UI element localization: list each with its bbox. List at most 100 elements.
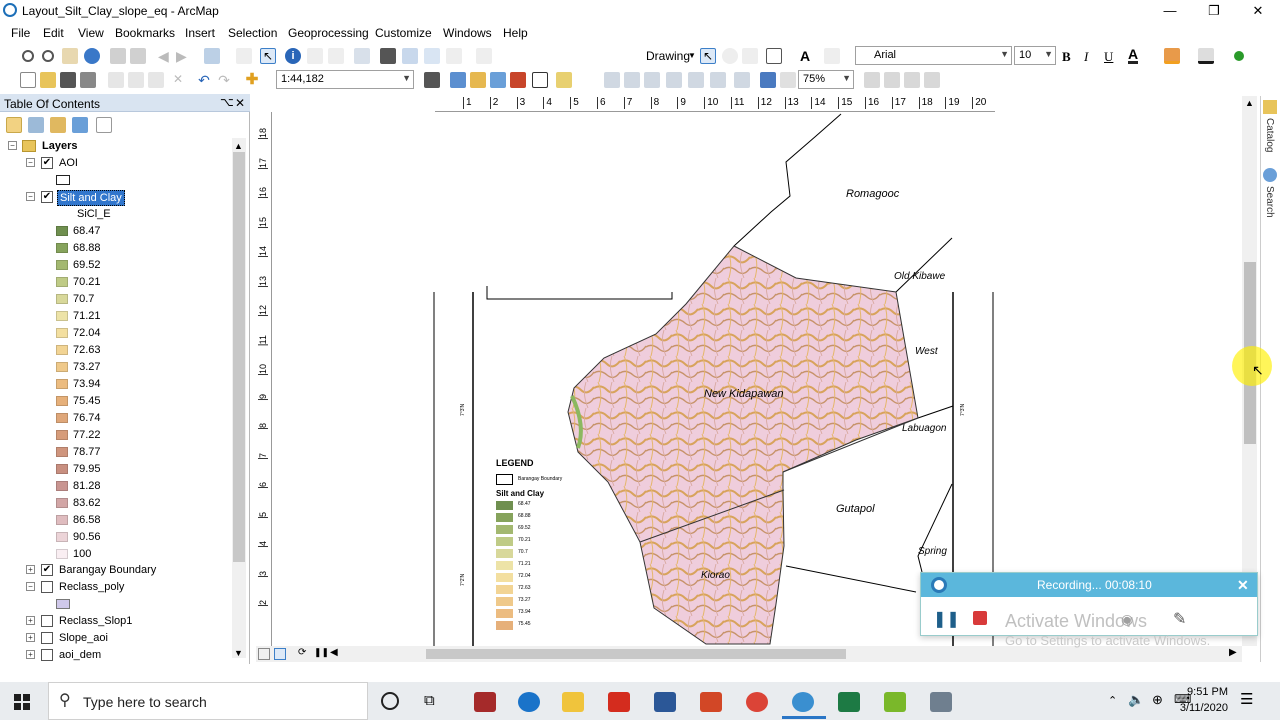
layout-zoom-combo[interactable]: 75% ▼	[798, 70, 854, 89]
menu-edit[interactable]: Edit	[43, 26, 64, 40]
clock-time[interactable]: 9:51 PM	[1180, 686, 1228, 698]
catalog-tab-icon[interactable]	[1263, 100, 1277, 114]
toc-close-icon[interactable]: ✕	[235, 96, 245, 110]
vertical-ruler[interactable]: 18 17 16 15 14 13 12 11 10 9 8 7 6 5 4 3 2	[256, 112, 272, 646]
class-color-swatch[interactable]	[56, 243, 68, 253]
layout-back-icon[interactable]	[760, 72, 776, 88]
collapse-icon[interactable]: −	[26, 192, 35, 201]
change-layout-icon[interactable]	[904, 72, 920, 88]
map-scale-combo[interactable]: 1:44,182 ▼	[276, 70, 414, 89]
class-row[interactable]: 73.27	[0, 359, 230, 376]
drawing-menu[interactable]: Drawing	[646, 49, 690, 63]
save-icon[interactable]	[60, 72, 76, 88]
class-color-swatch[interactable]	[56, 430, 68, 440]
class-color-swatch[interactable]	[56, 226, 68, 236]
expand-icon[interactable]: +	[26, 633, 35, 642]
layer-visibility-checkbox[interactable]: ✔	[41, 564, 53, 576]
taskbar-file-explorer-icon[interactable]	[562, 692, 584, 712]
close-button[interactable]: ✕	[1236, 0, 1280, 22]
layer-visibility-checkbox[interactable]: ✔	[41, 191, 53, 203]
scroll-up-icon[interactable]: ▲	[1245, 98, 1254, 108]
class-row[interactable]: 81.28	[0, 478, 230, 495]
class-row[interactable]: 70.21	[0, 274, 230, 291]
class-row[interactable]: 69.52	[0, 257, 230, 274]
layout-fixed-zoom-in-icon[interactable]	[688, 72, 704, 88]
toc-pin-icon[interactable]: ⌥	[220, 95, 234, 109]
class-row[interactable]: 77.22	[0, 427, 230, 444]
catalog-tab[interactable]: Catalog	[1264, 118, 1275, 152]
list-by-source-icon[interactable]	[28, 117, 44, 133]
back-extent-icon[interactable]: ◀	[158, 48, 174, 64]
edit-vertices-icon[interactable]	[824, 48, 840, 64]
layer-row-reclass-poly[interactable]: − Reclass_poly	[0, 579, 230, 596]
taskbar-word-icon[interactable]	[654, 692, 676, 712]
layer-row-aoi-dem[interactable]: + aoi_dem	[0, 647, 230, 664]
italic-button[interactable]: I	[1084, 49, 1088, 65]
network-icon[interactable]: ⊕	[1152, 692, 1163, 708]
taskbar-arcmap-icon[interactable]	[792, 692, 814, 712]
class-row[interactable]: 78.77	[0, 444, 230, 461]
font-name-combo[interactable]: Arial ▼	[855, 46, 1012, 65]
expand-icon[interactable]: +	[26, 565, 35, 574]
measure-icon[interactable]	[328, 48, 344, 64]
class-color-swatch[interactable]	[56, 345, 68, 355]
notifications-icon[interactable]: ☰	[1240, 690, 1253, 708]
model-builder-icon[interactable]	[556, 72, 572, 88]
taskbar-other-app-icon[interactable]	[930, 692, 952, 712]
layer-row-reclass-slop1[interactable]: + Reclass_Slop1	[0, 613, 230, 630]
menu-bookmarks[interactable]: Bookmarks	[115, 26, 175, 40]
toc-scroll-up-icon[interactable]: ▲	[234, 141, 243, 151]
select-elements-icon[interactable]: ↖	[260, 48, 276, 64]
layout-whole-page-icon[interactable]	[734, 72, 750, 88]
class-color-swatch[interactable]	[56, 311, 68, 321]
expand-icon[interactable]: +	[26, 650, 35, 659]
class-row[interactable]: 86.58	[0, 512, 230, 529]
underline-button[interactable]: U	[1104, 49, 1113, 65]
menu-insert[interactable]: Insert	[185, 26, 215, 40]
fixed-zoom-out-icon[interactable]	[130, 48, 146, 64]
pause-drawing-icon[interactable]: ❚❚	[314, 647, 329, 658]
restore-button[interactable]: ❐	[1192, 0, 1236, 22]
class-color-swatch[interactable]	[56, 396, 68, 406]
expand-icon[interactable]: +	[26, 616, 35, 625]
rectangle-tool-icon[interactable]	[766, 48, 782, 64]
binoculars-icon[interactable]	[380, 48, 396, 64]
find-icon[interactable]	[354, 48, 370, 64]
scroll-left-icon[interactable]: ◀	[330, 647, 338, 658]
full-extent-icon[interactable]	[84, 48, 100, 64]
taskbar-powerpoint-icon[interactable]	[700, 692, 722, 712]
layer-row-silt-and-clay[interactable]: − ✔ Silt and Clay	[0, 189, 230, 206]
pan-hand-icon[interactable]	[62, 48, 78, 64]
layer-visibility-checkbox[interactable]	[41, 615, 53, 627]
menu-selection[interactable]: Selection	[228, 26, 277, 40]
collapse-icon[interactable]: −	[8, 141, 17, 150]
data-view-button[interactable]	[258, 648, 270, 660]
taskbar-app-dota-icon[interactable]	[474, 692, 496, 712]
taskbar-chrome-icon[interactable]	[746, 692, 768, 712]
zoom-out-icon[interactable]	[42, 50, 54, 62]
recorder-draw-icon[interactable]: ✎	[1173, 609, 1186, 629]
layout-pan-icon[interactable]	[644, 72, 660, 88]
layout-fixed-zoom-out-icon[interactable]	[710, 72, 726, 88]
paste-icon[interactable]	[148, 72, 164, 88]
marker-color-icon[interactable]	[1234, 51, 1244, 61]
menu-file[interactable]: File	[11, 26, 30, 40]
search-tab[interactable]: Search	[1264, 186, 1275, 218]
list-by-drawing-order-icon[interactable]	[6, 117, 22, 133]
copy-icon[interactable]	[128, 72, 144, 88]
toggle-draft-icon[interactable]	[864, 72, 880, 88]
forward-extent-icon[interactable]: ▶	[176, 48, 192, 64]
horizontal-ruler[interactable]: 1 2 3 4 5 6 7 8 9 10 11 12 13 14 15 16 17 18 19 20	[435, 96, 995, 112]
class-row[interactable]: 71.21	[0, 308, 230, 325]
toc-scroll-down-icon[interactable]: ▼	[234, 648, 243, 658]
class-color-swatch[interactable]	[56, 515, 68, 525]
go-to-xy-icon[interactable]	[402, 48, 418, 64]
class-color-swatch[interactable]	[56, 464, 68, 474]
collapse-icon[interactable]: −	[26, 158, 35, 167]
class-color-swatch[interactable]	[56, 260, 68, 270]
undo-icon[interactable]: ↶	[196, 72, 212, 88]
new-document-icon[interactable]	[20, 72, 36, 88]
clock-date[interactable]: 3/11/2020	[1170, 702, 1228, 714]
identify-icon[interactable]: i	[285, 48, 301, 64]
class-color-swatch[interactable]	[56, 532, 68, 542]
